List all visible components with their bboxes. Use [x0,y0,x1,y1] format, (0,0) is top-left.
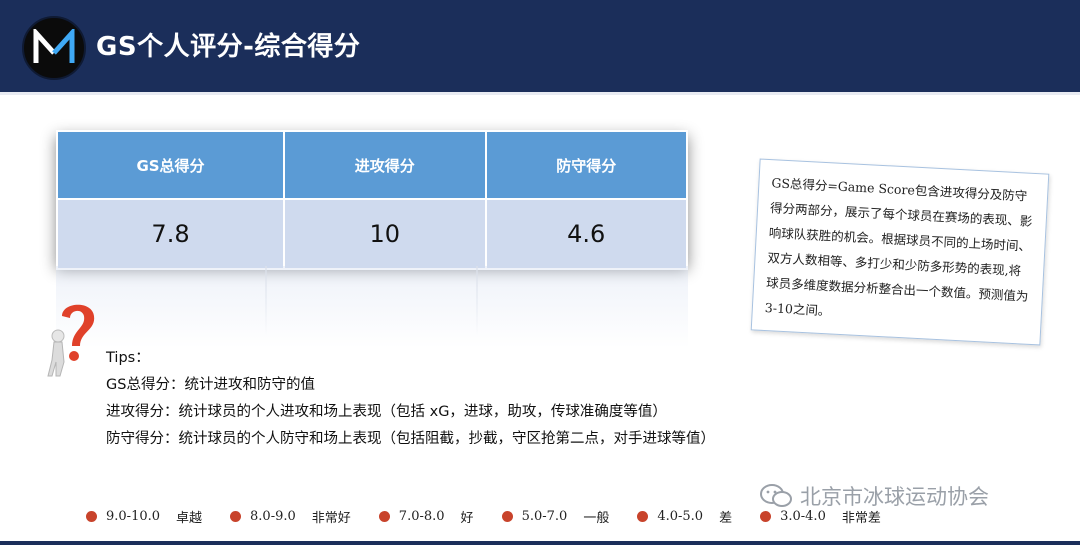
tips-title: Tips： [106,350,150,366]
tips-line-attack: 进攻得分：统计球员的个人进攻和场上表现（包括 xG，进球，助攻，传球准确度等值） [106,404,667,420]
footer-line [0,541,1080,545]
header-attack: 进攻得分 [283,130,487,200]
table-header-row: GS总得分 进攻得分 防守得分 [55,130,688,200]
legend-item: 5.0-7.0 一般 [501,507,609,526]
table-row: 7.8 10 4.6 [55,198,688,270]
watermark: 北京市冰球运动协会 [760,481,989,511]
tips-section: Tips： GS总得分：统计进攻和防守的值 进攻得分：统计球员的个人进攻和场上表… [106,345,715,453]
value-gs-total: 7.8 [55,198,286,270]
value-attack: 10 [283,198,487,270]
wechat-icon [760,484,792,507]
brand-logo [22,16,86,80]
score-table: GS总得分 进攻得分 防守得分 7.8 10 4.6 [55,130,688,270]
tips-line-gs: GS总得分：统计进攻和防守的值 [106,377,315,393]
header-defense: 防守得分 [484,130,688,200]
legend-item: 8.0-9.0 非常好 [230,507,351,526]
legend-dot-icon [86,510,97,522]
header-gs-total: GS总得分 [55,130,286,200]
gs-explanation-note: GS总得分=Game Score包含进攻得分及防守得分两部分，展示了每个球员在赛… [750,158,1050,346]
legend-dot-icon [760,510,772,522]
legend-item: 4.0-5.0 差 [637,507,732,526]
table-reflection [56,266,688,348]
tips-line-defense: 防守得分：统计球员的个人防守和场上表现（包括阻截，抄截，守区抢第二点，对手进球等… [106,431,715,447]
page-title: GS个人评分-综合得分 [96,32,361,62]
legend-dot-icon [378,510,390,522]
header-divider [0,92,1080,95]
legend-dot-icon [637,510,649,522]
legend-dot-icon [230,510,242,522]
m-logo-icon [33,29,75,63]
watermark-text: 北京市冰球运动协会 [800,485,989,509]
legend-dot-icon [501,510,513,522]
legend-item: 9.0-10.0 卓越 [86,507,202,526]
header-bar: GS个人评分-综合得分 [0,0,1080,92]
legend-item: 7.0-8.0 好 [378,507,474,526]
question-mark-figure-icon [47,304,95,377]
value-defense: 4.6 [484,198,688,270]
